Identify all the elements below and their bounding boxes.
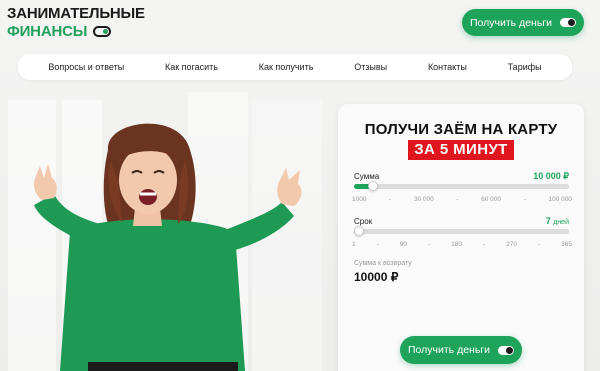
hero-woman-image [34, 123, 302, 371]
main-nav: Вопросы и ответы Как погасить Как получи… [18, 54, 572, 80]
amount-ticks: 1000 - 30 000 - 60 000 - 100 000 [352, 196, 572, 203]
term-tick: 180 [451, 241, 462, 248]
term-tick: - [482, 241, 486, 248]
loan-form-card: ПОЛУЧИ ЗАЁМ НА КАРТУ ЗА 5 МИНУТ Сумма 10… [338, 104, 584, 371]
term-label: Срок [354, 217, 373, 226]
toggle-icon [93, 26, 112, 37]
term-tick: - [376, 241, 379, 248]
amount-slider-thumb[interactable] [368, 181, 379, 191]
term-unit: дней [553, 219, 569, 226]
amount-tick: 1000 [352, 196, 367, 203]
amount-tick: 100 000 [548, 196, 572, 203]
term-value-group: 7 дней [546, 216, 569, 226]
amount-tick: - [523, 196, 526, 203]
amount-label: Сумма [354, 172, 380, 181]
amount-tick: - [456, 196, 459, 203]
amount-slider[interactable] [354, 181, 569, 191]
form-get-money-button[interactable]: Получить деньги [400, 336, 522, 364]
form-get-money-label: Получить деньги [408, 344, 490, 356]
nav-item-tariffs[interactable]: Тарифы [508, 62, 542, 72]
return-amount-label: Сумма к возврату [354, 260, 412, 267]
logo-text-line2-label: ФИНАНСЫ [7, 23, 88, 40]
amount-tick: 30 000 [413, 196, 434, 203]
site-logo[interactable]: ЗАНИМАТЕЛЬНЫЕ ФИНАНСЫ [7, 6, 145, 39]
amount-tick: - [389, 196, 392, 203]
header-get-money-button[interactable]: Получить деньги [462, 9, 584, 36]
form-title: ПОЛУЧИ ЗАЁМ НА КАРТУ [364, 121, 558, 138]
term-value: 7 [545, 216, 551, 226]
return-amount-value: 10000 ₽ [354, 270, 399, 284]
term-slider[interactable] [354, 226, 569, 236]
form-highlight-badge: ЗА 5 МИНУТ [408, 140, 514, 160]
term-tick: 90 [399, 241, 407, 248]
term-tick: 365 [561, 241, 572, 248]
amount-tick: 60 000 [481, 196, 502, 203]
term-tick: 270 [506, 241, 517, 248]
term-tick: - [537, 241, 541, 248]
nav-item-faq[interactable]: Вопросы и ответы [48, 62, 124, 72]
logo-text-line1: ЗАНИМАТЕЛЬНЫЕ [7, 5, 145, 22]
amount-value: 10 000 ₽ [533, 171, 569, 181]
nav-item-how-to-get[interactable]: Как получить [259, 62, 314, 72]
term-ticks: 1 - 90 - 180 - 270 - 365 [352, 241, 572, 248]
term-tick: 1 [352, 241, 356, 248]
nav-item-reviews[interactable]: Отзывы [354, 62, 387, 72]
term-tick: - [427, 241, 431, 248]
header-get-money-label: Получить деньги [470, 16, 552, 29]
toggle-icon [560, 18, 576, 27]
nav-item-how-to-repay[interactable]: Как погасить [165, 62, 218, 72]
nav-item-contacts[interactable]: Контакты [428, 62, 467, 72]
toggle-icon [498, 345, 514, 355]
logo-text-line2: ФИНАНСЫ [7, 24, 145, 39]
term-slider-thumb[interactable] [354, 226, 364, 236]
